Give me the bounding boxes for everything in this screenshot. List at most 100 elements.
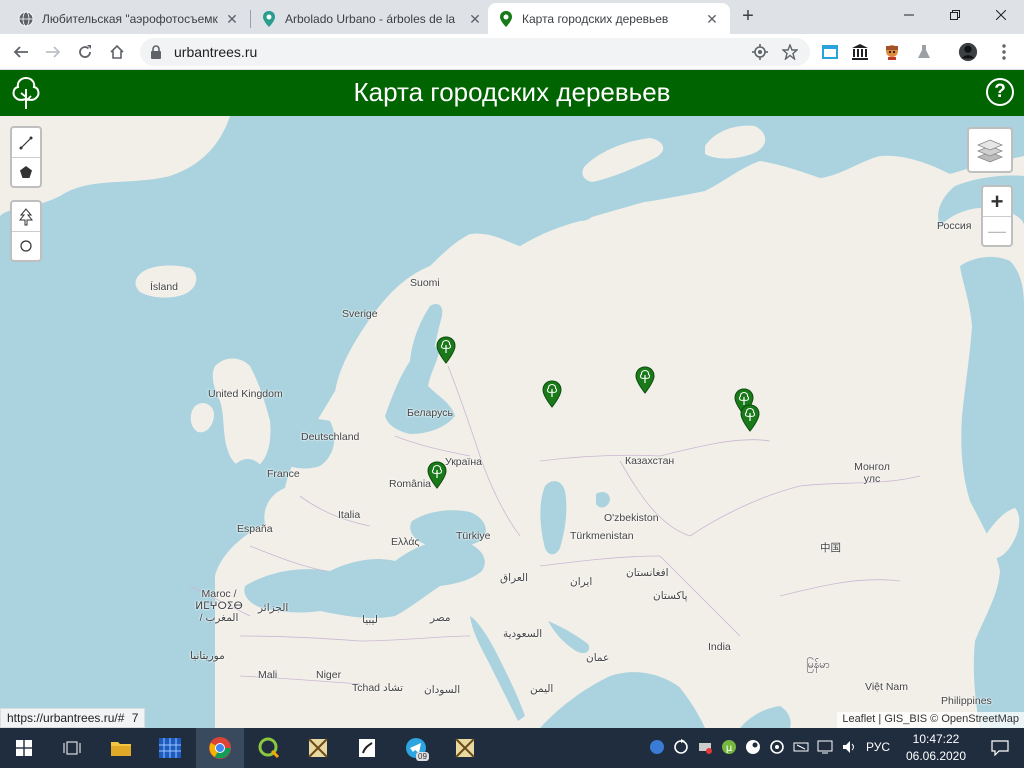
taskbar-app-grid[interactable] [146, 728, 194, 768]
close-icon[interactable]: ✕ [704, 11, 720, 27]
map-label-chad: Tchad تشاد [352, 682, 404, 694]
avatar[interactable] [958, 42, 978, 62]
map-label-saudi-arabia: السعودية [503, 628, 543, 640]
clock-time: 10:47:22 [912, 732, 960, 746]
status-url-text: https://urbantrees.ru/# [7, 711, 125, 725]
tree-tools [10, 200, 42, 262]
star-icon[interactable] [782, 44, 798, 60]
language-indicator[interactable]: РУС [866, 740, 890, 754]
taskbar-notepad[interactable] [343, 728, 391, 768]
zoom-control: + — [981, 185, 1013, 247]
volume-icon[interactable] [840, 738, 858, 756]
close-window-button[interactable] [978, 0, 1024, 30]
tray-network-alert-icon[interactable] [696, 738, 714, 756]
fir-tree-icon [18, 207, 34, 225]
tray-steam-2-icon[interactable] [768, 738, 786, 756]
address-bar[interactable]: urbantrees.ru [140, 38, 810, 66]
taskbar-chrome[interactable] [196, 728, 244, 768]
tab-title: Любительская "аэрофотосъемк [42, 11, 218, 26]
map-label-myanmar: မြန်မာ [806, 659, 830, 671]
lock-icon [150, 45, 162, 64]
tray-app-icon[interactable] [648, 738, 666, 756]
draw-polygon-button[interactable] [12, 157, 40, 186]
tray-steam-icon[interactable] [744, 738, 762, 756]
tree-marker-icon[interactable] [436, 336, 456, 364]
menu-icon[interactable] [994, 42, 1014, 62]
map-label-kazakhstan: Казахстан [625, 455, 675, 467]
draw-circle-button[interactable] [12, 231, 40, 260]
home-button[interactable] [106, 41, 128, 63]
map-label-russia: Россия [937, 220, 972, 232]
clock-date: 06.06.2020 [905, 749, 967, 763]
tree-marker-icon[interactable] [740, 404, 760, 432]
map-label-iceland: Ísland [150, 281, 179, 293]
map-label-greece: Ελλάς [391, 536, 420, 548]
map-label-uzbekistan: O'zbekiston [604, 512, 659, 524]
layers-icon [976, 139, 1004, 163]
map-view[interactable]: Россия Ísland Suomi Sverige United Kingd… [0, 116, 1024, 728]
map-label-yemen: اليمن [530, 683, 554, 695]
map-label-france: France [267, 468, 300, 480]
circle-icon [20, 240, 32, 252]
map-label-algeria: الجزائر [258, 602, 289, 614]
clock[interactable]: 10:47:22 06.06.2020 [898, 731, 974, 765]
draw-toolbar [10, 126, 42, 188]
layers-button[interactable] [967, 127, 1013, 173]
taskbar-telegram[interactable]: 09 [392, 728, 440, 768]
draw-polyline-button[interactable] [12, 128, 40, 157]
taskbar-map-app-2[interactable] [441, 728, 489, 768]
map-label-iraq: العراق [500, 572, 529, 584]
location-icon[interactable] [752, 44, 768, 60]
browser-toolbar: urbantrees.ru [0, 34, 1024, 70]
back-button[interactable] [10, 41, 32, 63]
map-label-romania: România [389, 478, 432, 490]
reload-button[interactable] [74, 41, 96, 63]
start-button[interactable] [0, 728, 48, 768]
tray-display-icon[interactable] [816, 738, 834, 756]
qgis-icon [258, 737, 280, 759]
close-icon[interactable]: ✕ [467, 11, 483, 27]
map-label-oman: عمان [586, 652, 610, 664]
tab-urbantrees[interactable]: Карта городских деревьев ✕ [488, 3, 730, 34]
notifications-button[interactable] [976, 728, 1024, 768]
tree-marker-icon[interactable] [427, 461, 447, 489]
flask-extension-icon[interactable] [914, 42, 934, 62]
tab-aerophoto[interactable]: Любительская "аэрофотосъемк ✕ [8, 3, 250, 34]
character-extension-icon[interactable] [882, 42, 902, 62]
extension-window-icon[interactable] [820, 42, 840, 62]
taskbar-qgis[interactable] [245, 728, 293, 768]
map-label-uk: United Kingdom [208, 388, 283, 400]
minimize-button[interactable] [886, 0, 932, 30]
map-app-icon [455, 738, 475, 758]
folder-icon [111, 742, 131, 756]
map-attribution[interactable]: Leaflet | GIS_BIS © OpenStreetMap [837, 712, 1024, 728]
zoom-out-button[interactable]: — [983, 216, 1011, 245]
tree-marker-icon[interactable] [635, 366, 655, 394]
museum-icon[interactable] [850, 42, 870, 62]
map-label-iran: ایران [570, 576, 593, 588]
tray-utorrent-icon[interactable]: µ [720, 738, 738, 756]
zoom-in-button[interactable]: + [983, 187, 1011, 216]
svg-text:µ: µ [726, 743, 733, 754]
task-view-button[interactable] [48, 728, 96, 768]
tree-marker-icon[interactable] [542, 380, 562, 408]
map-label-vietnam: Việt Nam [865, 681, 908, 693]
map-label-mali: Mali [258, 669, 278, 681]
forward-button[interactable] [42, 41, 64, 63]
new-tab-button[interactable]: + [738, 6, 758, 26]
taskbar-map-app-1[interactable] [294, 728, 342, 768]
help-button[interactable]: ? [986, 78, 1014, 106]
add-tree-button[interactable] [12, 202, 40, 231]
tab-title: Карта городских деревьев [522, 11, 669, 26]
tab-strip: Любительская "аэрофотосъемк ✕ Arbolado U… [0, 0, 1024, 34]
taskbar: 09 µ РУС 10:47:22 06.06.2020 [0, 728, 1024, 768]
map-label-china: 中国 [820, 542, 841, 554]
restore-button[interactable] [932, 0, 978, 30]
tray-keyboard-icon[interactable] [792, 738, 810, 756]
close-icon[interactable]: ✕ [224, 11, 240, 27]
tab-arbolado[interactable]: Arbolado Urbano - árboles de la ✕ [251, 3, 493, 34]
map-label-spain: España [237, 523, 273, 535]
map-label-sweden: Sverige [342, 308, 378, 320]
file-explorer-button[interactable] [97, 728, 145, 768]
tray-sync-icon[interactable] [672, 738, 690, 756]
